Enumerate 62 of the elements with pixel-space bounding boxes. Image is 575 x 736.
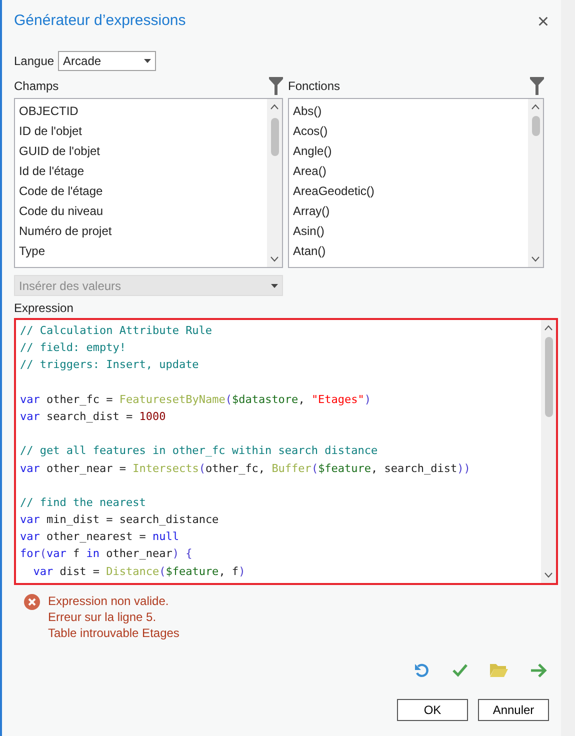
close-button[interactable]: ×: [533, 12, 553, 32]
field-item[interactable]: Code de l'étage: [19, 181, 263, 201]
code-line: var dist = Distance($feature, f): [32, 564, 246, 580]
function-item[interactable]: Abs(): [293, 101, 524, 121]
scroll-thumb[interactable]: [532, 116, 540, 136]
error-icon: [24, 594, 40, 610]
scroll-down-icon[interactable]: [270, 256, 279, 262]
field-item[interactable]: Type: [19, 241, 263, 261]
scroll-up-icon[interactable]: [270, 104, 279, 110]
field-item[interactable]: Id de l'étage: [19, 161, 263, 181]
code-line: // field: empty!: [20, 340, 127, 356]
dialog-title: Générateur d’expressions: [14, 11, 186, 32]
caret-icon: [271, 284, 278, 288]
field-label: Langue: [14, 53, 54, 70]
code-line: // triggers: Insert, update: [20, 357, 200, 374]
function-item[interactable]: Asin(): [293, 221, 524, 241]
function-item[interactable]: Atan(): [293, 241, 524, 261]
error-message: Erreur sur la ligne 5.: [48, 609, 158, 625]
verify-button[interactable]: [452, 662, 468, 678]
function-item[interactable]: Acos(): [293, 121, 524, 141]
field-item[interactable]: Code du niveau: [19, 201, 263, 221]
scroll-up-icon[interactable]: [531, 104, 540, 110]
scroll-thumb[interactable]: [544, 337, 552, 417]
scrollbar[interactable]: [267, 99, 282, 267]
section-label: Champs: [14, 78, 59, 95]
code-line: for(var f in other_near) {: [20, 546, 194, 562]
code-line: var other_fc = FeaturesetByName($datastore, "Etages"): [20, 392, 372, 408]
function-item[interactable]: Area(): [293, 161, 524, 181]
caret-icon: [144, 59, 152, 63]
filter-icon[interactable]: [530, 77, 544, 95]
field-item[interactable]: Numéro de projet: [19, 221, 263, 241]
scrollbar[interactable]: [528, 99, 543, 267]
code-line: var other_near = Intersects(other_fc, Buffer($feature, search_dist)): [20, 460, 472, 477]
scrollbar[interactable]: [541, 320, 556, 583]
code-line: var min_dist = search_distance: [20, 512, 220, 528]
scroll-up-icon[interactable]: [544, 325, 553, 331]
field-item[interactable]: OBJECTID: [19, 101, 263, 121]
undo-button[interactable]: [414, 662, 430, 678]
code-line: // find the nearest: [20, 494, 147, 511]
code-editor[interactable]: [14, 318, 558, 585]
field-item[interactable]: GUID de l'objet: [19, 141, 263, 161]
function-item[interactable]: AreaGeodetic(): [293, 181, 524, 201]
function-item[interactable]: Angle(): [293, 141, 524, 161]
dialog-button[interactable]: OK: [397, 699, 468, 721]
code-line: // get all features in other_fc within search distance: [20, 443, 379, 460]
scroll-down-icon[interactable]: [531, 256, 540, 262]
error-message: Table introuvable Etages: [48, 625, 180, 641]
field-item[interactable]: ID de l'objet: [19, 121, 263, 141]
open-button[interactable]: [490, 662, 508, 678]
filter-icon[interactable]: [269, 77, 283, 95]
scroll-down-icon[interactable]: [544, 572, 553, 578]
dialog-button[interactable]: Annuler: [478, 699, 549, 721]
section-label: Fonctions: [288, 78, 340, 95]
code-line: var search_dist = 1000: [20, 408, 167, 425]
apply-button[interactable]: [530, 662, 547, 678]
code-line: var other_nearest = null: [20, 529, 180, 546]
function-item[interactable]: Array(): [293, 201, 524, 221]
section-label: Expression: [14, 300, 74, 317]
language-dropdown[interactable]: Arcade: [58, 51, 156, 71]
code-line: // Calculation Attribute Rule: [20, 323, 214, 339]
error-message: Expression non valide.: [48, 593, 170, 609]
scroll-thumb[interactable]: [270, 118, 278, 156]
